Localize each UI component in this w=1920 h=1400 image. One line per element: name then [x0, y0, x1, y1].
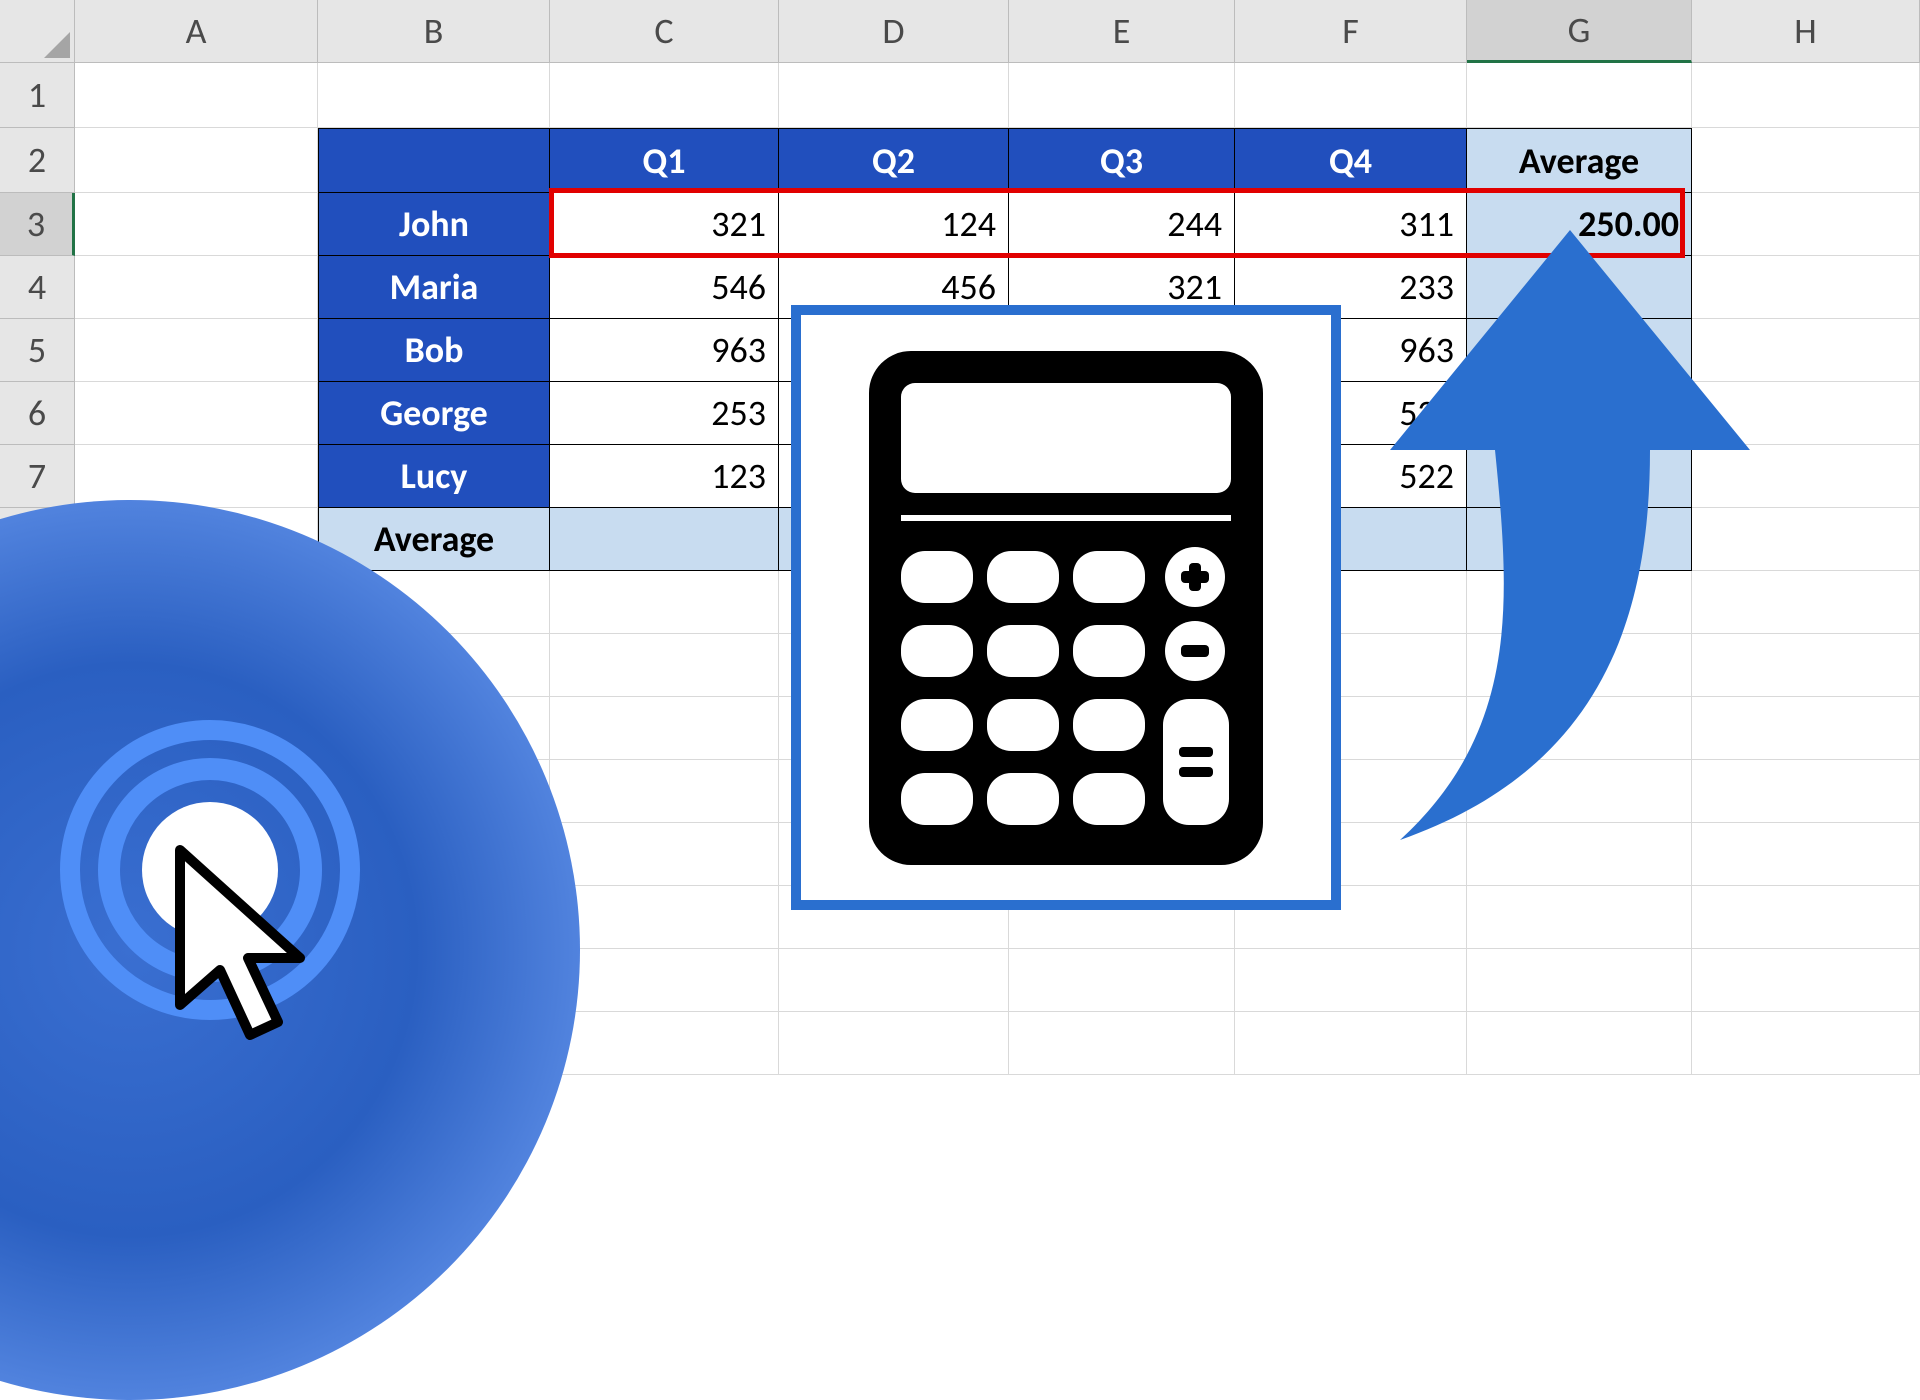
cell-C3[interactable]: 321 [550, 193, 779, 256]
cell-D16[interactable] [779, 1012, 1009, 1075]
cell-G16[interactable] [1467, 1012, 1692, 1075]
cell-C6[interactable]: 253 [550, 382, 779, 445]
cell-A3[interactable] [75, 193, 318, 256]
cell-A4[interactable] [75, 256, 318, 319]
col-header-H[interactable]: H [1692, 0, 1920, 63]
cell-F15[interactable] [1235, 949, 1467, 1012]
cell-G1[interactable] [1467, 63, 1692, 128]
col-header-D[interactable]: D [779, 0, 1009, 63]
cell-A5[interactable] [75, 319, 318, 382]
cell-E16[interactable] [1009, 1012, 1235, 1075]
cell-D1[interactable] [779, 63, 1009, 128]
col-header-A[interactable]: A [75, 0, 318, 63]
cell-E3[interactable]: 244 [1009, 193, 1235, 256]
row-header-3[interactable]: 3 [0, 193, 75, 256]
cell-C8[interactable] [550, 508, 779, 571]
cell-F2[interactable]: Q4 [1235, 128, 1467, 193]
cell-A7[interactable] [75, 445, 318, 508]
cell-F16[interactable] [1235, 1012, 1467, 1075]
cell-C9[interactable] [550, 571, 779, 634]
col-header-B[interactable]: B [318, 0, 550, 63]
cell-B7[interactable]: Lucy [318, 445, 550, 508]
cell-C12[interactable] [550, 760, 779, 823]
cell-B1[interactable] [318, 63, 550, 128]
calculator-overlay [791, 305, 1341, 910]
cell-F1[interactable] [1235, 63, 1467, 128]
cell-G14[interactable] [1467, 886, 1692, 949]
cell-D15[interactable] [779, 949, 1009, 1012]
cell-B5[interactable]: Bob [318, 319, 550, 382]
cell-C5[interactable]: 963 [550, 319, 779, 382]
cell-B3[interactable]: John [318, 193, 550, 256]
cell-C2[interactable]: Q1 [550, 128, 779, 193]
col-header-C[interactable]: C [550, 0, 779, 63]
cursor-icon [170, 840, 340, 1050]
row-header-6[interactable]: 6 [0, 382, 75, 445]
cell-H14[interactable] [1692, 886, 1920, 949]
cell-A2[interactable] [75, 128, 318, 193]
cell-D3[interactable]: 124 [779, 193, 1009, 256]
cell-B4[interactable]: Maria [318, 256, 550, 319]
cell-C13[interactable] [550, 823, 779, 886]
cell-B2[interactable] [318, 128, 550, 193]
cell-E15[interactable] [1009, 949, 1235, 1012]
cell-C16[interactable] [550, 1012, 779, 1075]
arrow-icon [1340, 230, 1750, 850]
cell-C7[interactable]: 123 [550, 445, 779, 508]
select-all-corner[interactable] [0, 0, 75, 63]
row-header-7[interactable]: 7 [0, 445, 75, 508]
row-header-4[interactable]: 4 [0, 256, 75, 319]
cell-C10[interactable] [550, 634, 779, 697]
cell-C15[interactable] [550, 949, 779, 1012]
cell-B6[interactable]: George [318, 382, 550, 445]
cell-C11[interactable] [550, 697, 779, 760]
cell-H2[interactable] [1692, 128, 1920, 193]
cell-A1[interactable] [75, 63, 318, 128]
row-header-2[interactable]: 2 [0, 128, 75, 193]
cell-A6[interactable] [75, 382, 318, 445]
cell-E2[interactable]: Q3 [1009, 128, 1235, 193]
row-header-1[interactable]: 1 [0, 63, 75, 128]
calculator-icon [861, 343, 1271, 873]
cell-H16[interactable] [1692, 1012, 1920, 1075]
cell-G15[interactable] [1467, 949, 1692, 1012]
cell-H1[interactable] [1692, 63, 1920, 128]
col-header-G[interactable]: G [1467, 0, 1692, 63]
cell-C4[interactable]: 546 [550, 256, 779, 319]
col-header-F[interactable]: F [1235, 0, 1467, 63]
row-header-5[interactable]: 5 [0, 319, 75, 382]
cell-C14[interactable] [550, 886, 779, 949]
cell-D2[interactable]: Q2 [779, 128, 1009, 193]
cell-H15[interactable] [1692, 949, 1920, 1012]
cell-E1[interactable] [1009, 63, 1235, 128]
cell-G2[interactable]: Average [1467, 128, 1692, 193]
cell-C1[interactable] [550, 63, 779, 128]
col-header-E[interactable]: E [1009, 0, 1235, 63]
